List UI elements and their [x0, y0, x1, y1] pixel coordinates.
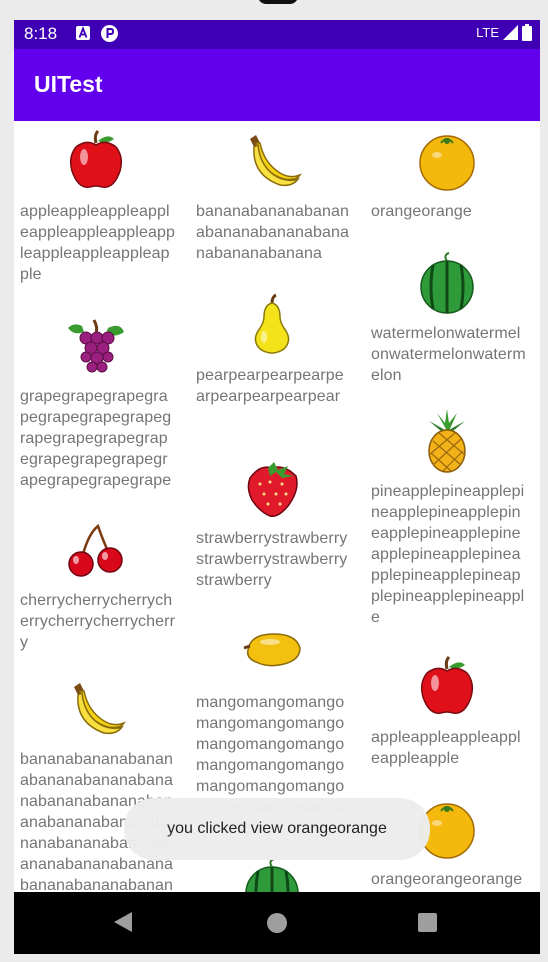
- status-time: 8:18: [24, 24, 58, 43]
- cherry-icon: [68, 523, 123, 577]
- fruit-item-apple[interactable]: appleappleappleappleappleapple: [365, 647, 529, 769]
- toast-message: you clicked view orangeorange: [124, 798, 430, 860]
- fruit-label: orangeorangeorangeorange: [371, 871, 523, 888]
- fruit-item-watermelon[interactable]: watermelonwatermelonwatermelonwatermelon: [365, 243, 529, 386]
- phone-screen: 8:18 LTE UITest appleappleappleappleappl…: [14, 20, 540, 954]
- navigation-bar: [14, 892, 540, 954]
- app-bar: UITest: [14, 49, 540, 121]
- fruit-item-cherry[interactable]: cherrycherrycherrycherrycherrycherrycher…: [14, 510, 178, 653]
- recents-icon[interactable]: [418, 913, 437, 932]
- fruit-label: cherrycherrycherrycherrycherrycherrycher…: [20, 592, 176, 651]
- fruit-label: bananabananabananabananabananabananabana…: [196, 203, 349, 262]
- fruit-label: strawberrystrawberrystrawberrystrawberry…: [196, 530, 348, 589]
- notification-a-icon: [76, 26, 90, 40]
- banana-icon: [250, 135, 302, 187]
- pineapple-icon: [428, 409, 466, 473]
- fruit-item-grape[interactable]: grapegrapegrapegrapegrapegrapegrapegrape…: [14, 306, 178, 491]
- watermelon-icon: [245, 858, 299, 892]
- fruit-label: grapegrapegrapegrapegrapegrapegrapegrape…: [20, 388, 172, 489]
- fruit-item-pineapple[interactable]: pineapplepineapplepineapplepineapplepine…: [365, 401, 529, 628]
- status-indicators: LTE: [476, 24, 532, 41]
- signal-icon: [503, 25, 518, 40]
- orange-icon: [419, 135, 475, 191]
- toast-text: you clicked view orangeorange: [167, 820, 387, 837]
- fruit-item-mango[interactable]: mangomangomangomangomangomangomangomango…: [190, 612, 354, 818]
- fruit-item-banana[interactable]: bananabananabananabananabananabananabana…: [190, 121, 354, 264]
- fruit-item-strawberry[interactable]: strawberrystrawberrystrawberrystrawberry…: [190, 448, 354, 591]
- apple-icon: [69, 129, 123, 188]
- network-type: LTE: [476, 25, 499, 40]
- battery-icon: [522, 24, 532, 41]
- fruit-label: pearpearpearpearpearpearpearpearpear: [196, 367, 344, 405]
- fruit-label: orangeorange: [371, 203, 472, 220]
- home-icon[interactable]: [267, 913, 287, 933]
- banana-icon: [74, 683, 126, 735]
- pear-icon: [254, 293, 290, 354]
- notification-p-icon: [101, 25, 118, 42]
- fruit-label: watermelonwatermelonwatermelonwatermelon: [371, 325, 526, 384]
- fruit-label: pineapplepineapplepineapplepineapplepine…: [371, 483, 525, 626]
- fruit-item-apple[interactable]: appleappleappleappleappleappleappleapple…: [14, 121, 178, 285]
- apple-icon: [420, 655, 474, 714]
- fruit-item-orange[interactable]: orangeorange: [365, 121, 529, 222]
- watermelon-icon: [420, 252, 474, 314]
- status-bar: 8:18 LTE: [14, 20, 540, 49]
- app-title: UITest: [34, 71, 103, 97]
- grape-icon: [68, 319, 124, 373]
- back-icon[interactable]: [114, 912, 132, 932]
- fruit-item-pear[interactable]: pearpearpearpearpearpearpearpearpear: [190, 285, 354, 407]
- fruit-label: appleappleappleappleappleappleappleapple…: [20, 203, 175, 283]
- fruit-grid[interactable]: appleappleappleappleappleappleappleapple…: [14, 121, 540, 892]
- mango-icon: [243, 633, 301, 667]
- camera-notch: [258, 0, 298, 4]
- strawberry-icon: [247, 462, 298, 518]
- fruit-label: appleappleappleappleappleapple: [371, 729, 521, 767]
